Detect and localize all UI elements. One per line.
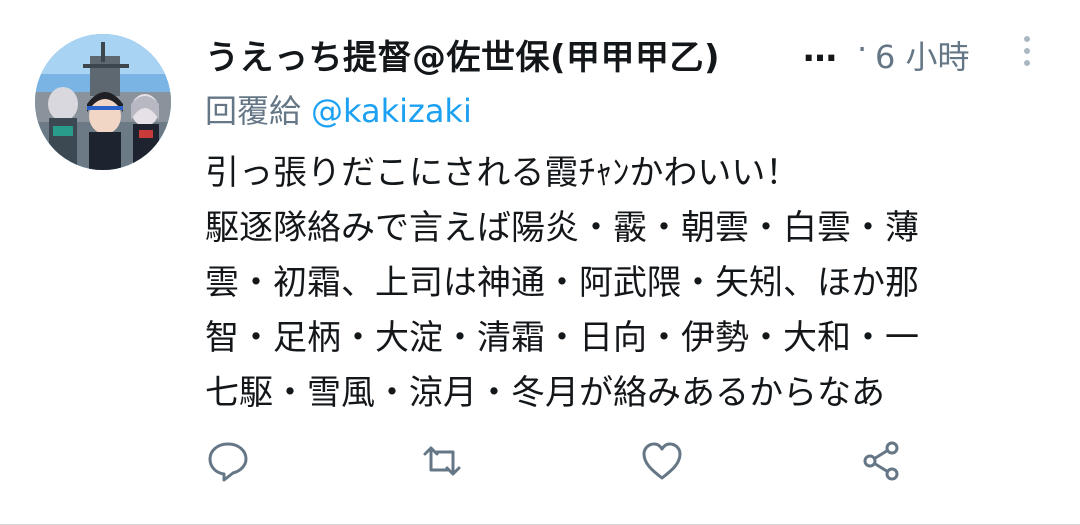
tweet-text-line: 智・足柄・大淀・清霜・日向・伊勢・大和・一 [205,318,919,358]
retweet-button[interactable] [419,438,465,484]
tweet-header: うえっち提督@佐世保(甲甲甲乙) … · 6 小時 [205,26,1055,78]
tweet-text-line: 引っ張りだこにされる霞ﾁｬﾝかわいい！ [205,153,800,193]
share-icon [863,441,899,481]
tweet-text: 引っ張りだこにされる霞ﾁｬﾝかわいい！ 駆逐隊絡みで言えば陽炎・霰・朝雲・白雲・… [205,146,1055,421]
reply-button[interactable] [205,438,251,484]
avatar[interactable] [35,34,171,170]
reply-label: 回覆給 [205,92,302,130]
tweet[interactable]: うえっち提督@佐世保(甲甲甲乙) … · 6 小時 回覆給 @kakizaki 引… [0,0,1080,525]
tweet-text-line: 雲・初霜、上司は神通・阿武隈・矢矧、ほか那 [205,263,919,303]
like-button[interactable] [639,438,685,484]
header-separator: · [857,30,868,68]
tweet-text-line: 駆逐隊絡みで言えば陽炎・霰・朝雲・白雲・薄 [205,208,919,248]
avatar-image [35,34,171,170]
reply-handle-link[interactable]: @kakizaki [311,92,472,130]
reply-context: 回覆給 @kakizaki [205,86,472,132]
more-options-icon[interactable] [1015,32,1039,72]
tweet-text-line: 七駆・雪風・涼月・冬月が絡みあるからなあ [205,373,885,413]
timestamp[interactable]: 6 小時 [875,32,970,78]
tweet-actions [205,438,925,490]
retweet-icon [423,446,461,476]
share-button[interactable] [859,438,905,484]
display-name[interactable]: うえっち提督@佐世保(甲甲甲乙) [205,30,720,79]
heart-icon [642,442,682,480]
name-truncation: … [803,30,837,70]
reply-icon [208,442,248,482]
